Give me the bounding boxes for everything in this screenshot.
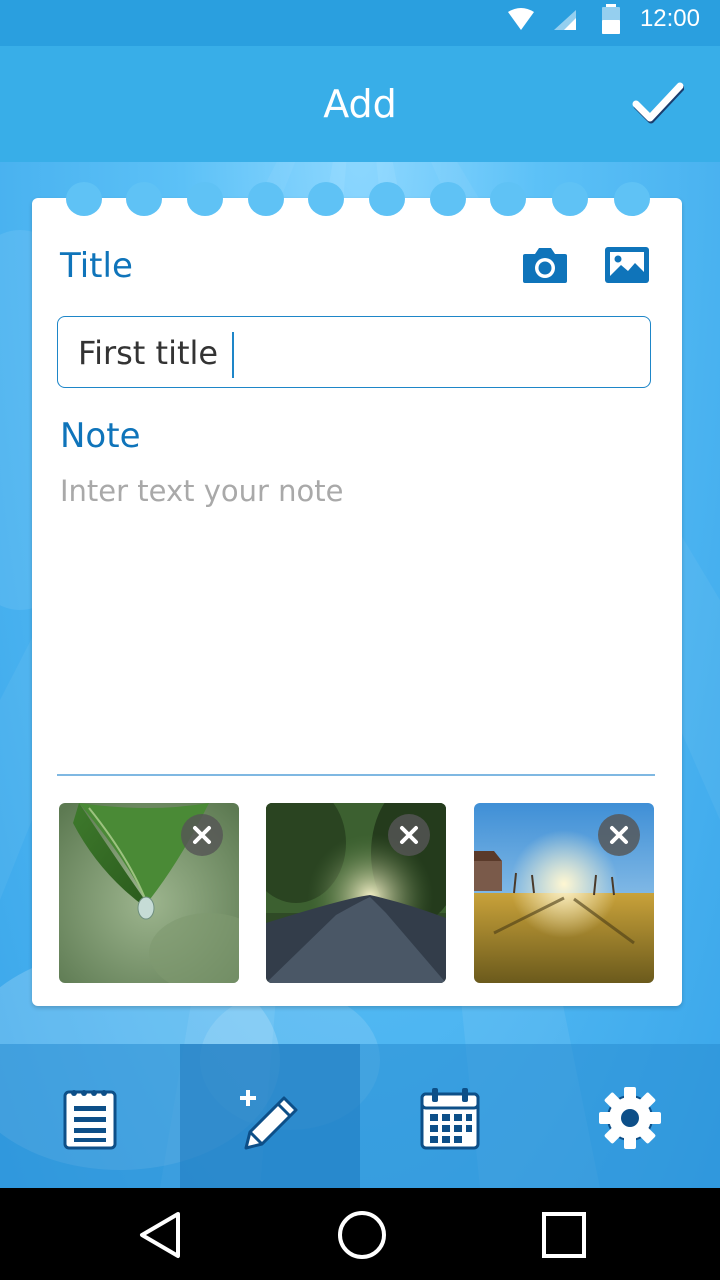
image-icon[interactable] (604, 246, 650, 284)
remove-attachment-button[interactable] (181, 814, 223, 856)
note-textarea[interactable]: Inter text your note (60, 474, 344, 508)
close-icon (193, 826, 211, 844)
app-bar: Add (0, 46, 720, 162)
card-scallop (614, 182, 650, 216)
status-time: 12:00 (639, 5, 700, 32)
card-scallop (369, 182, 405, 216)
tree-lined-road-photo[interactable] (266, 803, 446, 983)
sunset-field-photo[interactable] (474, 803, 654, 983)
card-scallop (308, 182, 344, 216)
recents-icon[interactable] (534, 1210, 594, 1260)
title-input[interactable]: First title (57, 316, 651, 388)
card-scallop (187, 182, 223, 216)
title-label: Title (60, 246, 133, 286)
system-navigation-bar (0, 1188, 720, 1280)
remove-attachment-button[interactable] (598, 814, 640, 856)
leaf-water-drop-photo[interactable] (59, 803, 239, 983)
wifi-icon (508, 8, 534, 30)
card-scallop (66, 182, 102, 216)
title-input-value: First title (78, 332, 235, 378)
home-icon[interactable] (332, 1210, 392, 1260)
calendar-icon (420, 1088, 480, 1150)
battery-icon (602, 4, 620, 34)
notepad-icon (63, 1090, 117, 1150)
back-icon[interactable] (132, 1210, 192, 1260)
add-note-pencil-icon (240, 1090, 298, 1150)
text-cursor (232, 332, 235, 378)
bottom-tab-bar (0, 1044, 720, 1188)
note-card: Title First title Note Inter text your n… (32, 182, 682, 1006)
note-label: Note (60, 416, 141, 456)
card-scallop (490, 182, 526, 216)
divider (57, 774, 655, 776)
tab-calendar[interactable] (360, 1044, 540, 1188)
camera-icon[interactable] (522, 246, 568, 284)
tab-settings[interactable] (540, 1044, 720, 1188)
close-icon (400, 826, 418, 844)
page-title: Add (323, 82, 397, 126)
gear-icon (599, 1087, 661, 1149)
card-scallop (248, 182, 284, 216)
tab-add-note[interactable] (180, 1044, 360, 1188)
signal-icon (554, 10, 576, 30)
card-scallop (552, 182, 588, 216)
close-icon (610, 826, 628, 844)
tab-notes[interactable] (0, 1044, 180, 1188)
remove-attachment-button[interactable] (388, 814, 430, 856)
card-scallop (430, 182, 466, 216)
status-bar: 12:00 (0, 0, 720, 46)
checkmark-icon[interactable] (632, 80, 684, 126)
card-scallop (126, 182, 162, 216)
